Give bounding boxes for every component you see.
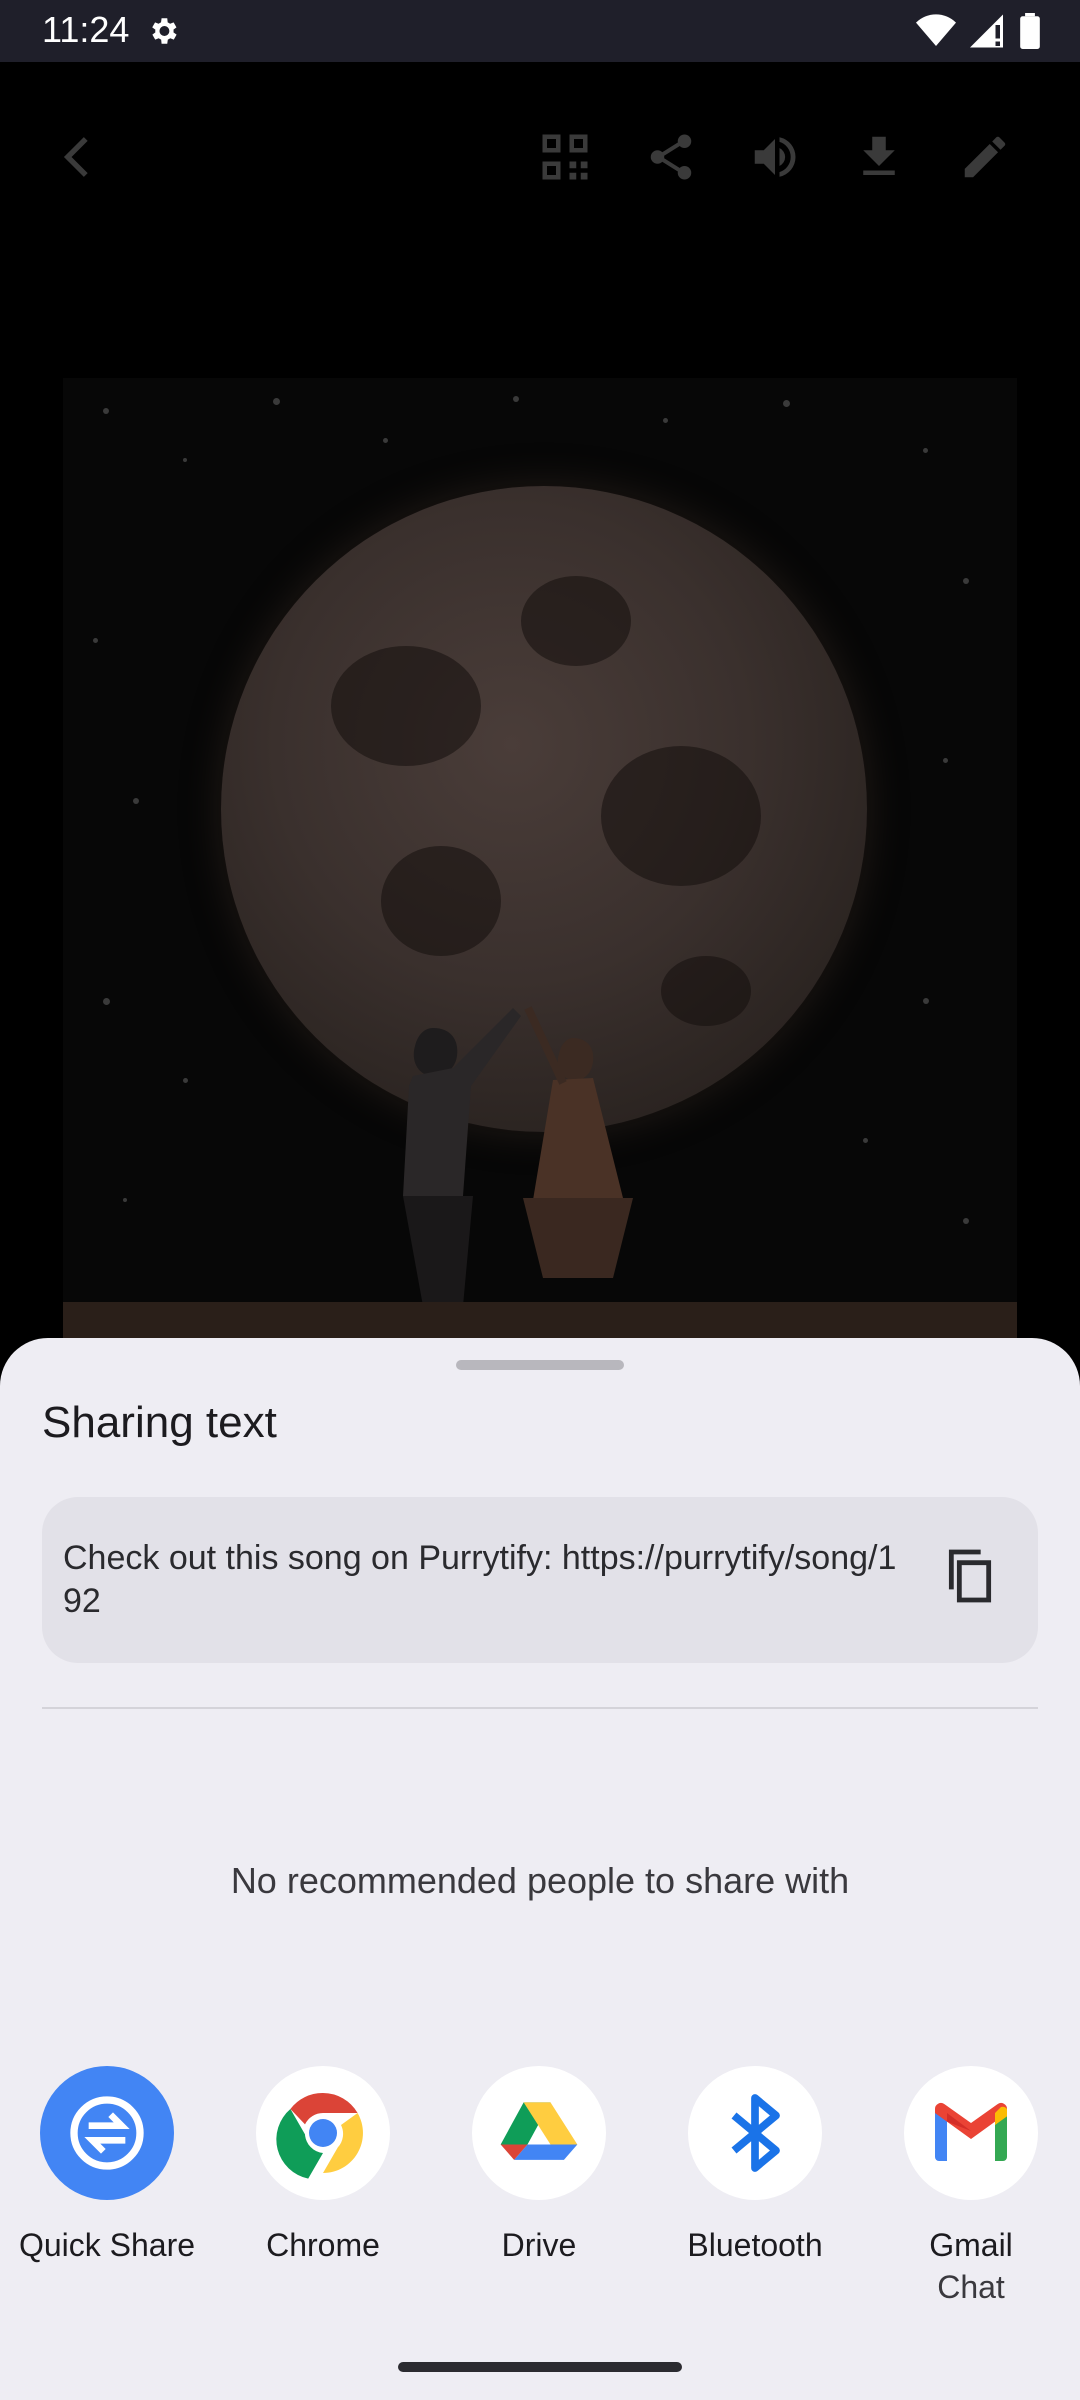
target-label: Gmail: [929, 2227, 1013, 2263]
back-arrow-icon[interactable]: [52, 130, 106, 184]
sheet-title: Sharing text: [42, 1398, 277, 1447]
share-sheet: Sharing text Check out this song on Purr…: [0, 1338, 1080, 2400]
drag-handle[interactable]: [456, 1360, 624, 1370]
dancing-couple-image: [403, 1006, 633, 1306]
status-time: 11:24: [42, 9, 130, 50]
target-label: Quick Share: [18, 2227, 196, 2263]
no-recommendations-message: No recommended people to share with: [230, 1860, 850, 1901]
share-targets-row: Quick Share Chrome Drive Bluetooth Gmail…: [0, 2066, 1080, 2326]
target-label: Drive: [501, 2227, 577, 2263]
quick-share-icon: [40, 2066, 174, 2200]
copy-icon[interactable]: [938, 1544, 1002, 1608]
share-target-gmail[interactable]: Gmail Chat: [871, 2066, 1071, 2308]
divider: [42, 1707, 1038, 1709]
song-artwork: [63, 378, 1017, 1338]
share-target-drive[interactable]: Drive: [439, 2066, 639, 2266]
bluetooth-icon: [688, 2066, 822, 2200]
target-label: Chrome: [266, 2227, 380, 2263]
download-icon[interactable]: [852, 130, 906, 184]
target-sublabel: Chat: [937, 2269, 1005, 2305]
share-target-bluetooth[interactable]: Bluetooth: [655, 2066, 855, 2266]
share-target-chrome[interactable]: Chrome: [223, 2066, 423, 2266]
status-bar: 11:24: [0, 0, 1080, 62]
drive-icon: [472, 2066, 606, 2200]
cell-signal-icon: [970, 14, 1003, 48]
share-icon[interactable]: [644, 130, 698, 184]
share-target-quick-share[interactable]: Quick Share: [7, 2066, 207, 2266]
shared-text-card: Check out this song on Purrytify: https:…: [42, 1497, 1038, 1663]
ground-strip: [63, 1302, 1017, 1338]
target-label: Bluetooth: [687, 2227, 823, 2263]
gmail-icon: [904, 2066, 1038, 2200]
volume-icon[interactable]: [748, 130, 802, 184]
settings-gear-icon: [152, 18, 177, 44]
wifi-icon: [916, 14, 956, 46]
edit-pencil-icon[interactable]: [958, 130, 1012, 184]
battery-icon: [1020, 13, 1040, 49]
home-indicator[interactable]: [398, 2362, 682, 2372]
chrome-icon: [256, 2066, 390, 2200]
shared-text: Check out this song on Purrytify: https:…: [63, 1539, 897, 1620]
qr-code-icon[interactable]: [538, 130, 592, 184]
